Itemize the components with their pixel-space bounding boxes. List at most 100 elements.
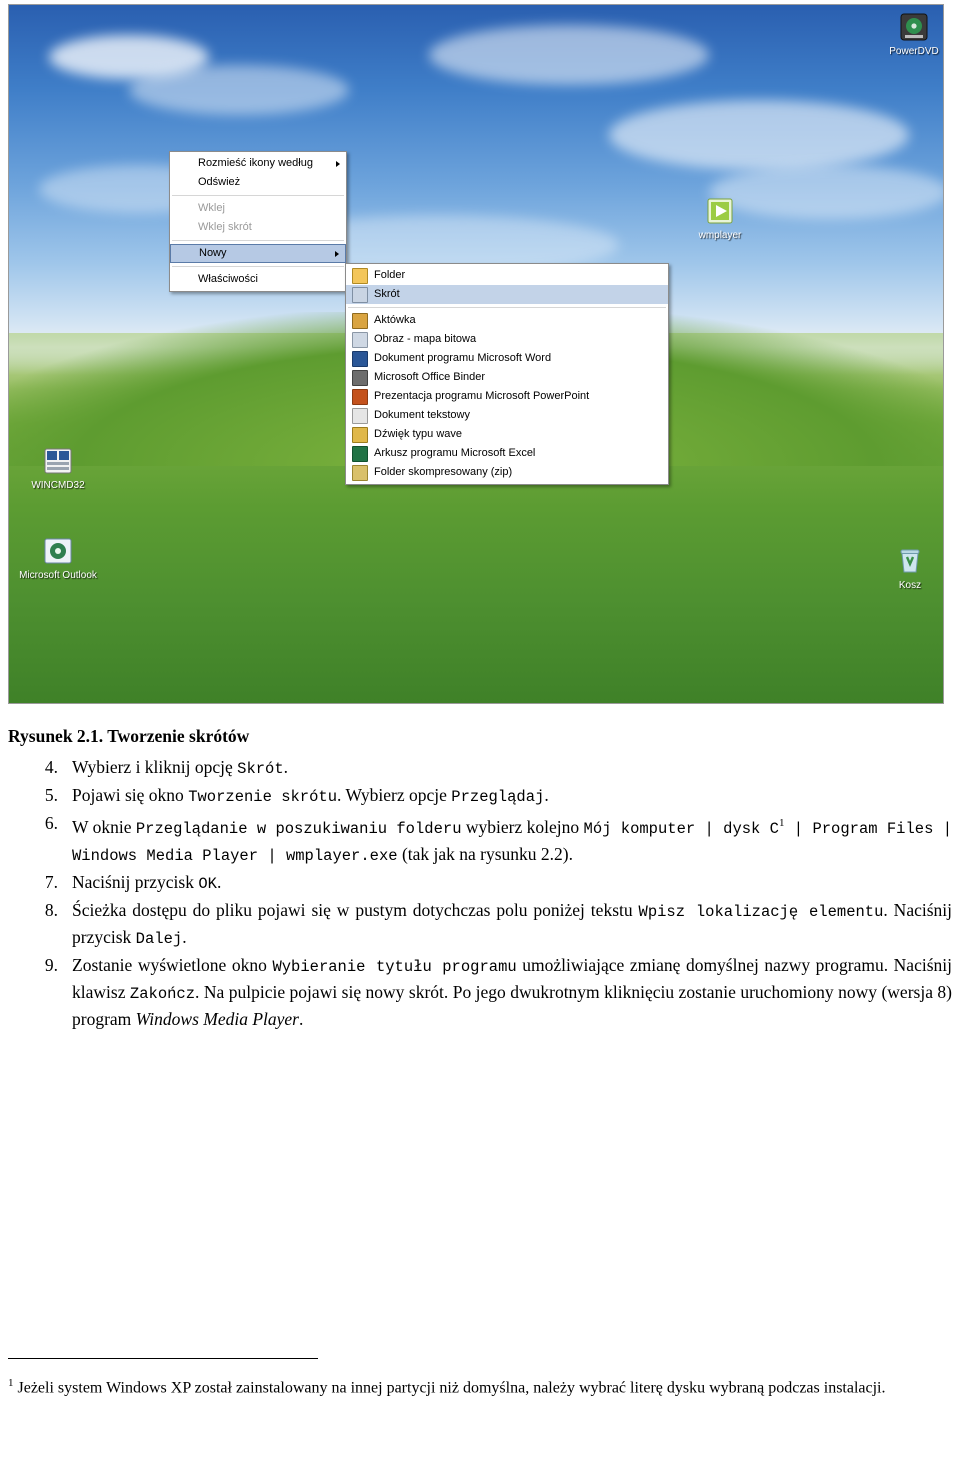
menu-item-label: Rozmieść ikony według bbox=[198, 157, 313, 169]
bitmap-image-icon bbox=[352, 331, 368, 348]
procedure-step: 9. Zostanie wyświetlone okno Wybieranie t… bbox=[8, 953, 952, 1032]
submenu-item-word-document[interactable]: Dokument programu Microsoft Word bbox=[346, 349, 668, 368]
procedure-step: 8. Ścieżka dostępu do pliku pojawi się w … bbox=[8, 898, 952, 952]
context-menu-item-paste[interactable]: Wklej bbox=[170, 199, 346, 218]
submenu-item-text-document[interactable]: Dokument tekstowy bbox=[346, 406, 668, 425]
desktop-icon-wincmd32[interactable]: WINCMD32 bbox=[15, 445, 101, 491]
cloud-decoration bbox=[609, 100, 909, 170]
step-text-fragment: Skrót bbox=[237, 760, 284, 778]
footnote: 1 Jeżeli system Windows XP został zainst… bbox=[8, 1372, 952, 1399]
step-text-fragment: Zakończ bbox=[129, 984, 196, 1003]
footnote-separator bbox=[8, 1358, 318, 1359]
menu-item-label: Wklej skrót bbox=[198, 221, 252, 233]
wave-sound-icon bbox=[352, 426, 368, 443]
step-number: 7. bbox=[44, 871, 58, 892]
procedure-step: 4. Wybierz i kliknij opcję Skrót. bbox=[8, 755, 952, 782]
context-menu-item-arrange-icons[interactable]: Rozmieść ikony według bbox=[170, 154, 346, 173]
excel-icon bbox=[352, 445, 368, 462]
step-text-fragment: . bbox=[182, 926, 187, 947]
step-number: 8. bbox=[44, 899, 58, 920]
step-text-fragment: (tak jak na rysunku 2.2). bbox=[397, 843, 574, 864]
step-text-fragment: . bbox=[216, 871, 222, 892]
menu-item-label: Folder bbox=[374, 269, 406, 281]
step-text-fragment: wmplayer.exe bbox=[285, 846, 398, 865]
menu-divider bbox=[172, 195, 344, 196]
step-text-fragment: Przeglądanie w poszukiwaniu folderu bbox=[135, 819, 462, 838]
outlook-icon bbox=[42, 535, 74, 567]
submenu-item-folder[interactable]: Folder bbox=[346, 266, 668, 285]
step-text-fragment: | bbox=[933, 819, 953, 838]
step-text-fragment: . Wybierz opcje bbox=[337, 785, 452, 805]
step-text-fragment: wybierz kolejno bbox=[461, 816, 584, 837]
menu-item-label: Folder skompresowany (zip) bbox=[374, 466, 513, 478]
submenu-item-office-binder[interactable]: Microsoft Office Binder bbox=[346, 368, 668, 387]
desktop-screenshot: PowerDVD wmplayer WINCMD32 Microsoft Out… bbox=[8, 4, 944, 704]
cloud-decoration bbox=[129, 65, 349, 115]
submenu-item-excel-worksheet[interactable]: Arkusz programu Microsoft Excel bbox=[346, 444, 668, 463]
new-submenu[interactable]: Folder Skrót Aktówka Obraz - mapa bitowa… bbox=[345, 263, 669, 485]
briefcase-icon bbox=[352, 312, 368, 329]
step-text-fragment: Wpisz lokalizację elementu bbox=[638, 902, 884, 921]
step-text-fragment: OK bbox=[198, 874, 217, 893]
submenu-item-compressed-folder[interactable]: Folder skompresowany (zip) bbox=[346, 463, 668, 482]
figure-caption: Rysunek 2.1. Tworzenie skrótów bbox=[8, 726, 250, 746]
step-number: 5. bbox=[44, 785, 58, 805]
step-text-fragment: Przeglądaj bbox=[451, 788, 545, 806]
context-menu-item-paste-shortcut[interactable]: Wklej skrót bbox=[170, 218, 346, 237]
menu-item-label: Właściwości bbox=[198, 273, 258, 285]
menu-item-label: Prezentacja programu Microsoft PowerPoin… bbox=[374, 390, 590, 402]
step-text-fragment: Ścieżka dostępu do pliku pojawi się w pu… bbox=[72, 899, 639, 920]
menu-item-label: Aktówka bbox=[374, 314, 416, 326]
cloud-decoration bbox=[429, 25, 709, 85]
submenu-item-briefcase[interactable]: Aktówka bbox=[346, 311, 668, 330]
menu-divider bbox=[172, 266, 344, 267]
footnote-text: Jeżeli system Windows XP został zainstal… bbox=[17, 1379, 886, 1397]
step-text-fragment: . bbox=[283, 757, 289, 777]
step-number: 4. bbox=[44, 757, 58, 777]
desktop-icon-wmplayer[interactable]: wmplayer bbox=[677, 195, 763, 241]
step-text-fragment: Program Files bbox=[812, 819, 934, 838]
step-text-fragment: Naciśnij przycisk bbox=[72, 871, 199, 892]
desktop-icon-powerdvd[interactable]: PowerDVD bbox=[871, 11, 943, 57]
submenu-arrow-icon bbox=[335, 250, 339, 257]
menu-item-label: Arkusz programu Microsoft Excel bbox=[374, 447, 536, 459]
context-menu-item-refresh[interactable]: Odśwież bbox=[170, 173, 346, 192]
desktop-icon-label: wmplayer bbox=[698, 230, 742, 241]
shortcut-icon bbox=[352, 286, 368, 303]
step-text-fragment: | bbox=[258, 846, 286, 865]
procedure-step: 6. W oknie Przeglądanie w poszukiwaniu fo… bbox=[8, 811, 952, 869]
context-menu-item-new[interactable]: Nowy bbox=[170, 244, 346, 263]
step-text-fragment: Zostanie wyświetlone okno bbox=[72, 954, 273, 975]
menu-item-label: Microsoft Office Binder bbox=[374, 371, 486, 383]
step-text-fragment: | bbox=[695, 819, 724, 838]
submenu-item-powerpoint-presentation[interactable]: Prezentacja programu Microsoft PowerPoin… bbox=[346, 387, 668, 406]
desktop-icon-kosz[interactable]: Kosz bbox=[867, 545, 943, 591]
step-number: 9. bbox=[44, 954, 58, 975]
menu-divider bbox=[348, 307, 666, 308]
menu-item-label: Nowy bbox=[199, 247, 227, 259]
submenu-item-shortcut[interactable]: Skrót bbox=[346, 285, 668, 304]
desktop-icon-label: PowerDVD bbox=[889, 46, 939, 57]
step-text-fragment: Mój komputer bbox=[583, 819, 696, 838]
procedure-steps: 4. Wybierz i kliknij opcję Skrót. 5. Pojawi… bbox=[8, 755, 952, 1032]
submenu-item-wave-sound[interactable]: Dźwięk typu wave bbox=[346, 425, 668, 444]
word-document-icon bbox=[352, 350, 368, 367]
context-menu-item-properties[interactable]: Właściwości bbox=[170, 270, 346, 289]
menu-item-label: Dokument tekstowy bbox=[374, 409, 470, 421]
step-text-fragment: Pojawi się okno bbox=[72, 785, 189, 805]
menu-item-label: Odśwież bbox=[198, 176, 241, 188]
step-text-fragment: Tworzenie skrótu bbox=[188, 788, 338, 806]
menu-item-label: Skrót bbox=[374, 288, 400, 300]
desktop-icon-label: Microsoft Outlook bbox=[19, 570, 97, 581]
menu-divider bbox=[172, 240, 344, 241]
folder-icon bbox=[352, 267, 368, 284]
step-text-fragment: . bbox=[544, 785, 549, 805]
step-text-fragment: | bbox=[784, 819, 813, 838]
submenu-item-bitmap-image[interactable]: Obraz - mapa bitowa bbox=[346, 330, 668, 349]
submenu-arrow-icon bbox=[336, 160, 340, 167]
desktop-icon-microsoft-outlook[interactable]: Microsoft Outlook bbox=[15, 535, 101, 581]
wmplayer-icon bbox=[704, 195, 736, 227]
menu-item-label: Dokument programu Microsoft Word bbox=[374, 352, 552, 364]
zip-folder-icon bbox=[352, 464, 368, 481]
desktop-context-menu[interactable]: Rozmieść ikony według Odśwież Wklej Wkle… bbox=[169, 151, 347, 292]
